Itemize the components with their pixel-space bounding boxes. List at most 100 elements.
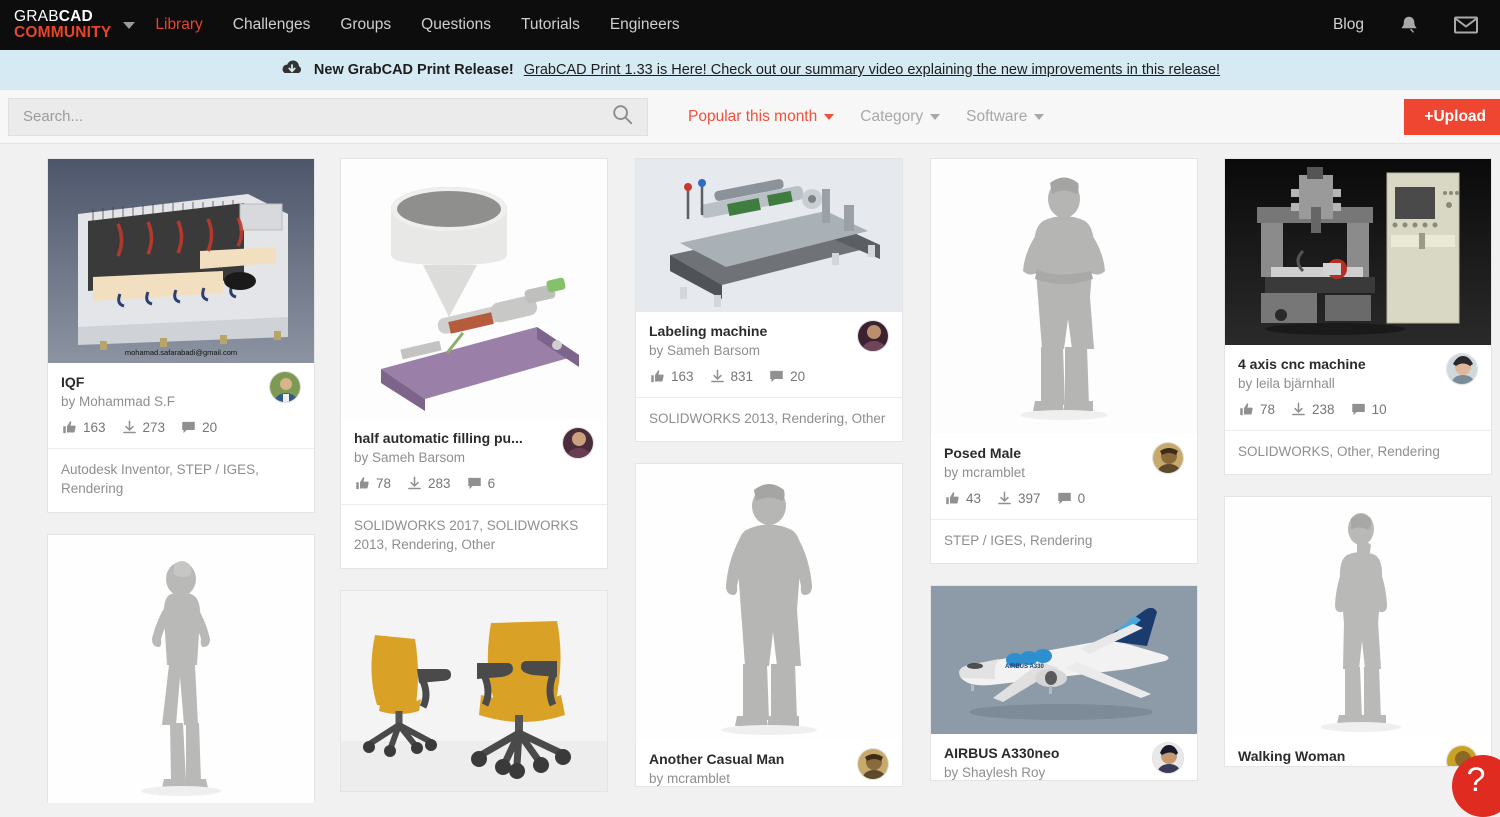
card-stats: 43 397 0 — [944, 480, 1184, 519]
avatar[interactable] — [857, 320, 889, 352]
model-card[interactable]: 4 axis cnc machine by leila bjärnhall 78… — [1224, 158, 1492, 475]
card-title[interactable]: Posed Male — [944, 445, 1184, 463]
iqf-freezer-render[interactable]: mohamad.safarabadi@gmail.com — [48, 159, 314, 363]
card-title[interactable]: Walking Woman — [1238, 748, 1478, 766]
card-title[interactable]: Labeling machine — [649, 323, 889, 341]
card-body: 4 axis cnc machine by leila bjärnhall 78… — [1225, 345, 1491, 430]
cloud-download-icon — [280, 58, 304, 82]
card-author[interactable]: by mcramblet — [944, 465, 1184, 480]
comments-count: 20 — [202, 420, 217, 435]
avatar[interactable] — [857, 748, 889, 780]
nav-item-blog[interactable]: Blog — [1333, 16, 1364, 34]
nav-item-challenges[interactable]: Challenges — [233, 16, 311, 34]
search-icon[interactable] — [611, 103, 633, 130]
standing-woman-render[interactable] — [48, 535, 314, 803]
card-body: IQF by Mohammad S.F 163 273 — [48, 363, 314, 448]
download-icon — [997, 491, 1012, 506]
filter-sort-label: Popular this month — [688, 108, 817, 126]
card-author[interactable]: by Sameh Barsom — [649, 343, 889, 358]
comment-icon — [467, 476, 482, 491]
chevron-down-icon — [930, 114, 940, 120]
card-tags: STEP / IGES, Rendering — [931, 519, 1197, 564]
grid-column-3: Labeling machine by Sameh Barsom 163 831 — [635, 158, 903, 803]
card-tags: SOLIDWORKS 2013, Rendering, Other — [636, 397, 902, 442]
avatar[interactable] — [562, 427, 594, 459]
office-chairs-render[interactable] — [341, 591, 607, 791]
card-author[interactable]: by Mohammad S.F — [61, 394, 301, 409]
likes-stat: 163 — [650, 369, 694, 384]
thumbs-up-icon — [355, 476, 370, 491]
card-title[interactable]: half automatic filling pu... — [354, 430, 594, 448]
grid-column-4: Posed Male by mcramblet 43 397 — [930, 158, 1198, 802]
chevron-down-icon — [1034, 114, 1044, 120]
model-card[interactable]: Posed Male by mcramblet 43 397 — [930, 158, 1198, 564]
model-card[interactable]: mohamad.safarabadi@gmail.com IQF by Moha… — [47, 158, 315, 513]
search-filter-toolbar: Popular this month Category Software +Up… — [0, 90, 1500, 144]
card-author[interactable]: by Shaylesh Roy — [944, 765, 1184, 780]
card-stats: 78 283 6 — [354, 465, 594, 504]
nav-item-engineers[interactable]: Engineers — [610, 16, 680, 34]
avatar[interactable] — [269, 371, 301, 403]
help-button[interactable]: ? — [1452, 755, 1500, 817]
cnc-machine-render[interactable] — [1225, 159, 1491, 345]
card-body: Posed Male by mcramblet 43 397 — [931, 434, 1197, 519]
upload-button[interactable]: +Upload — [1404, 99, 1500, 135]
grid-column-1: mohamad.safarabadi@gmail.com IQF by Moha… — [47, 158, 315, 803]
envelope-icon[interactable] — [1454, 16, 1478, 34]
filter-software[interactable]: Software — [966, 108, 1044, 126]
grid-column-5: 4 axis cnc machine by leila bjärnhall 78… — [1224, 158, 1492, 788]
download-icon — [710, 369, 725, 384]
comments-count: 6 — [488, 476, 496, 491]
nav-item-tutorials[interactable]: Tutorials — [521, 16, 580, 34]
model-card[interactable]: Labeling machine by Sameh Barsom 163 831 — [635, 158, 903, 442]
nav-item-groups[interactable]: Groups — [340, 16, 391, 34]
filter-sort-popular[interactable]: Popular this month — [688, 108, 834, 126]
nav-item-questions[interactable]: Questions — [421, 16, 491, 34]
filling-pump-render[interactable] — [341, 159, 607, 419]
walking-woman-render[interactable] — [1225, 497, 1491, 737]
card-author[interactable]: by mcramblet — [649, 771, 889, 786]
model-card[interactable] — [47, 534, 315, 803]
search-input[interactable] — [23, 108, 611, 125]
comments-stat: 10 — [1351, 402, 1387, 417]
avatar[interactable] — [1152, 442, 1184, 474]
comments-stat: 6 — [467, 476, 496, 491]
download-icon — [407, 476, 422, 491]
card-title[interactable]: AIRBUS A330neo — [944, 745, 1184, 763]
likes-stat: 78 — [1239, 402, 1275, 417]
banner-link[interactable]: GrabCAD Print 1.33 is Here! Check out ou… — [524, 62, 1220, 78]
model-card[interactable]: half automatic filling pu... by Sameh Ba… — [340, 158, 608, 569]
downloads-stat: 831 — [710, 369, 754, 384]
posed-male-render[interactable] — [931, 159, 1197, 434]
card-author[interactable]: by leila bjärnhall — [1238, 376, 1478, 391]
nav-item-library[interactable]: Library — [155, 16, 202, 34]
avatar[interactable] — [1152, 742, 1184, 774]
likes-count: 163 — [83, 420, 106, 435]
airbus-a330neo-render[interactable]: AIRBUS A330 — [931, 586, 1197, 734]
casual-man-render[interactable] — [636, 464, 902, 740]
card-tags: SOLIDWORKS 2017, SOLIDWORKS 2013, Render… — [341, 504, 607, 568]
card-author[interactable]: by Sameh Barsom — [354, 450, 594, 465]
search-box[interactable] — [8, 98, 648, 136]
chevron-down-icon — [824, 114, 834, 120]
likes-count: 78 — [1260, 402, 1275, 417]
model-card[interactable]: Walking Woman — [1224, 496, 1492, 767]
model-card[interactable]: AIRBUS A330 AIRBUS A330neo by Shaylesh R… — [930, 585, 1198, 781]
card-body: Labeling machine by Sameh Barsom 163 831 — [636, 312, 902, 397]
model-card[interactable] — [340, 590, 608, 792]
grabcad-logo[interactable]: GRABCAD COMMUNITY — [14, 9, 111, 41]
downloads-stat: 397 — [997, 491, 1041, 506]
comments-stat: 20 — [181, 420, 217, 435]
bell-icon[interactable] — [1398, 14, 1420, 36]
card-title[interactable]: 4 axis cnc machine — [1238, 356, 1478, 374]
model-card[interactable]: Another Casual Man by mcramblet — [635, 463, 903, 787]
chevron-down-icon[interactable] — [123, 22, 135, 29]
card-title[interactable]: Another Casual Man — [649, 751, 889, 769]
filter-category[interactable]: Category — [860, 108, 940, 126]
svg-text:AIRBUS A330: AIRBUS A330 — [1005, 664, 1044, 670]
labeling-machine-render[interactable] — [636, 159, 902, 312]
card-title[interactable]: IQF — [61, 374, 301, 392]
avatar[interactable] — [1446, 353, 1478, 385]
downloads-count: 283 — [428, 476, 451, 491]
downloads-stat: 283 — [407, 476, 451, 491]
